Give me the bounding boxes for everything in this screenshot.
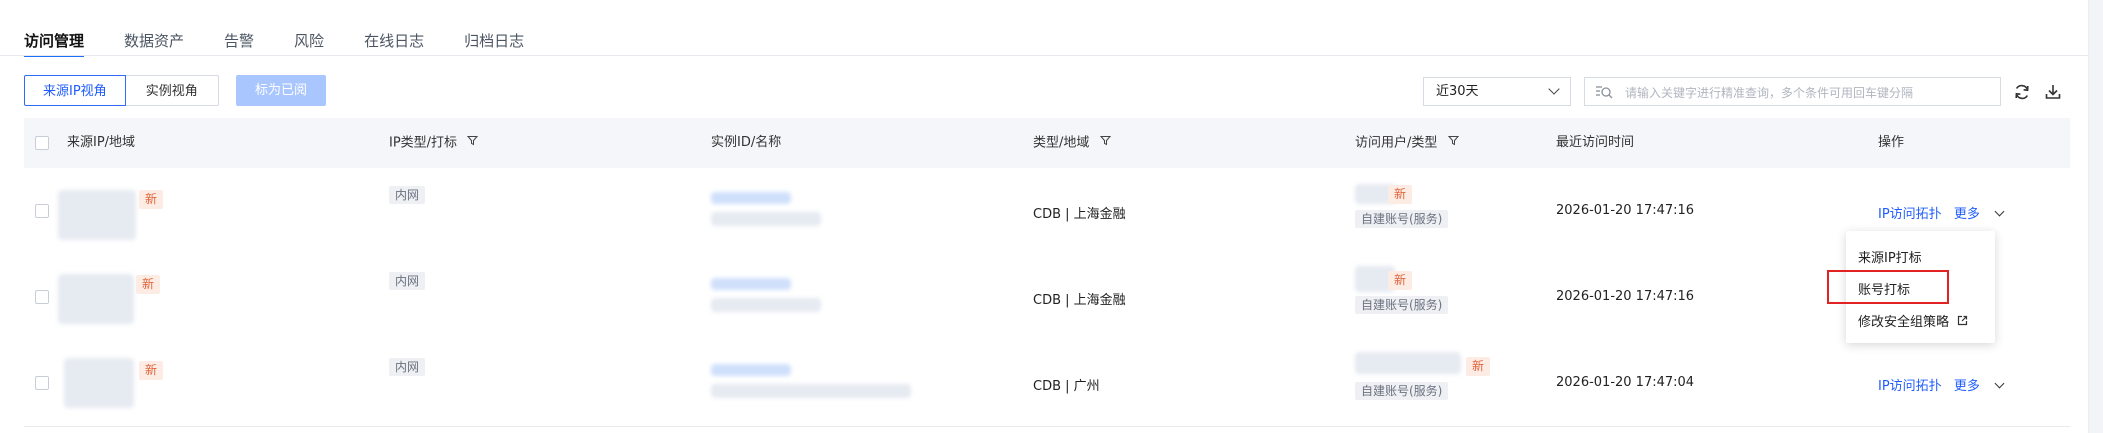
user-type-tag: 自建账号(服务) (1355, 382, 1449, 400)
col-instance: 实例ID/名称 (711, 135, 782, 150)
user-new-badge: 新 (1388, 271, 1413, 290)
main-panel: 访问管理 数据资产 告警 风险 在线日志 归档日志 来源IP视角 实例视角 标为… (0, 0, 2088, 433)
source-ip-redacted (58, 190, 136, 240)
col-actions: 操作 (1878, 135, 1905, 150)
select-all-checkbox[interactable] (35, 136, 49, 150)
table-row: 新 内网 CDB | 广州 新 自建账号(服务) 2026-01-20 17:4… (24, 340, 2070, 427)
download-icon[interactable] (2043, 82, 2063, 102)
tab-divider (0, 55, 2088, 56)
col-type-region: 类型/地域 (1033, 118, 1111, 169)
col-type-region-label: 类型/地域 (1033, 135, 1090, 151)
row-actions: IP访问拓扑 更多 (1878, 203, 2005, 222)
last-access-time: 2026-01-20 17:47:16 (1556, 203, 1695, 218)
chevron-down-icon[interactable] (1994, 378, 2005, 389)
instance-view-button[interactable]: 实例视角 (125, 75, 219, 106)
menu-item-source-ip-tag[interactable]: 来源IP打标 (1858, 247, 1922, 266)
instance-name-redacted (711, 298, 821, 312)
col-ip-type: IP类型/打标 (389, 118, 479, 169)
table-header: 来源IP/地域 IP类型/打标 实例ID/名称 类型/地域 访问用户/类型 最近… (24, 118, 2070, 168)
instance-name-redacted (711, 384, 911, 398)
tab-online-logs[interactable]: 在线日志 (364, 20, 424, 56)
menu-item-modify-security-group-label: 修改安全组策略 (1858, 315, 1950, 330)
menu-item-modify-security-group[interactable]: 修改安全组策略 (1858, 311, 1968, 330)
tab-data-assets[interactable]: 数据资产 (124, 20, 184, 56)
col-user-type-label: 访问用户/类型 (1355, 135, 1438, 151)
tab-risks[interactable]: 风险 (294, 20, 324, 56)
tab-bar: 访问管理 数据资产 告警 风险 在线日志 归档日志 (24, 20, 2088, 57)
new-badge: 新 (136, 275, 161, 294)
source-ip-redacted (64, 358, 134, 408)
col-last-time: 最近访问时间 (1556, 135, 1635, 150)
more-link[interactable]: 更多 (1954, 379, 1980, 394)
type-region: CDB | 上海金融 (1033, 293, 1126, 308)
tab-access-management[interactable]: 访问管理 (24, 20, 85, 57)
date-range-value: 近30天 (1436, 84, 1479, 99)
new-badge: 新 (139, 361, 164, 380)
ip-topology-link[interactable]: IP访问拓扑 (1878, 379, 1942, 394)
row-actions: IP访问拓扑 更多 (1878, 375, 2005, 394)
filter-icon[interactable] (467, 118, 479, 168)
tab-archived-logs[interactable]: 归档日志 (464, 20, 524, 56)
ip-type-tag: 内网 (389, 186, 426, 204)
user-redacted (1355, 352, 1461, 374)
source-ip-view-button[interactable]: 来源IP视角 (24, 75, 126, 106)
mark-read-button[interactable]: 标为已阅 (236, 75, 326, 106)
search-box (1584, 77, 2001, 107)
instance-id-redacted[interactable] (711, 192, 791, 204)
table-row: 新 内网 CDB | 上海金融 新 自建账号(服务) 2026-01-20 17… (24, 168, 2070, 255)
row-checkbox[interactable] (35, 290, 49, 304)
instance-name-redacted (711, 212, 821, 226)
table-row: 新 内网 CDB | 上海金融 新 自建账号(服务) 2026-01-20 17… (24, 254, 2070, 341)
col-ip-type-label: IP类型/打标 (389, 135, 458, 151)
more-link[interactable]: 更多 (1954, 207, 1980, 222)
source-ip-redacted (58, 274, 134, 324)
row-checkbox[interactable] (35, 376, 49, 390)
col-source-ip: 来源IP/地域 (67, 135, 136, 150)
external-link-icon (1957, 315, 1968, 330)
type-region: CDB | 上海金融 (1033, 207, 1126, 222)
filter-icon[interactable] (1099, 118, 1111, 168)
ip-topology-link[interactable]: IP访问拓扑 (1878, 207, 1942, 222)
last-access-time: 2026-01-20 17:47:16 (1556, 289, 1695, 304)
ip-type-tag: 内网 (389, 358, 426, 376)
last-access-time: 2026-01-20 17:47:04 (1556, 375, 1695, 390)
tab-alerts[interactable]: 告警 (224, 20, 254, 56)
chevron-down-icon (1548, 83, 1560, 95)
instance-id-redacted[interactable] (711, 364, 791, 376)
row-checkbox[interactable] (35, 204, 49, 218)
user-new-badge: 新 (1466, 357, 1491, 376)
user-new-badge: 新 (1388, 185, 1413, 204)
highlight-box (1827, 270, 1949, 304)
filter-icon[interactable] (1447, 118, 1459, 168)
view-switch: 来源IP视角 实例视角 (24, 75, 219, 106)
col-user-type: 访问用户/类型 (1355, 118, 1459, 169)
filter-search-icon (1595, 84, 1613, 103)
instance-id-redacted[interactable] (711, 278, 791, 290)
new-badge: 新 (139, 190, 164, 209)
date-range-select[interactable]: 近30天 (1423, 77, 1571, 106)
user-type-tag: 自建账号(服务) (1355, 210, 1449, 228)
user-type-tag: 自建账号(服务) (1355, 296, 1449, 314)
search-input[interactable] (1623, 78, 1997, 107)
type-region: CDB | 广州 (1033, 379, 1100, 394)
refresh-icon[interactable] (2012, 82, 2032, 102)
chevron-down-icon[interactable] (1994, 206, 2005, 217)
ip-type-tag: 内网 (389, 272, 426, 290)
